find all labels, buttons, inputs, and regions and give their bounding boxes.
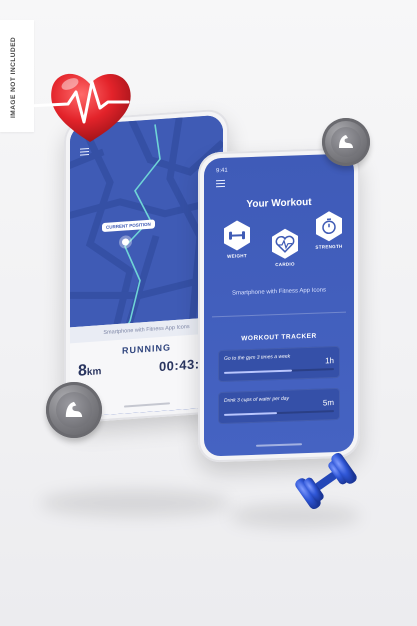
distance-value: 8: [78, 362, 87, 380]
distance-readout: 8km: [78, 361, 101, 381]
muscle-coin-bottom: [46, 382, 102, 438]
menu-icon[interactable]: [80, 148, 89, 156]
dumbbell-icon: [295, 452, 357, 510]
weight-category[interactable]: [222, 219, 252, 252]
task-card[interactable]: Drink 3 cups of water per day 5m: [218, 387, 340, 425]
shadow-left: [40, 490, 230, 516]
task-text: Go to the gym 3 times a week: [224, 353, 291, 362]
task-text: Drink 3 cups of water per day: [224, 395, 290, 404]
task-progress-track: [224, 368, 334, 374]
task-progress-fill: [224, 412, 277, 416]
status-time: 9:41: [216, 167, 228, 175]
right-caption: Smartphone with Fitness App Icons: [231, 287, 327, 297]
workout-screen: 9:41 Your Workout WEIGHT CARDIO STRENGTH…: [204, 153, 354, 457]
hexagon-badge: [224, 220, 250, 251]
cardio-label: CARDIO: [275, 261, 295, 268]
flexed-arm-icon: [339, 135, 353, 148]
task-card[interactable]: Go to the gym 3 times a week 1h: [218, 345, 340, 383]
task-value: 5m: [322, 398, 334, 408]
menu-icon-right[interactable]: [216, 179, 225, 188]
task-progress-track: [224, 410, 334, 416]
cardio-category[interactable]: [270, 227, 300, 260]
weight-label: WEIGHT: [227, 253, 247, 259]
strength-label: STRENGTH: [315, 243, 343, 250]
task-progress-fill: [224, 369, 293, 374]
muscle-coin-top: [322, 118, 370, 166]
tracker-title: WORKOUT TRACKER: [241, 332, 317, 343]
task-value: 1h: [325, 356, 334, 366]
distance-unit: km: [86, 366, 102, 379]
heart-pulse-icon: [28, 73, 131, 142]
hexagon-badge: [316, 211, 342, 242]
right-phone: 9:41 Your Workout WEIGHT CARDIO STRENGTH…: [198, 147, 360, 463]
hexagon-badge: [272, 228, 298, 259]
watermark-text: IMAGE NOT INCLUDED: [10, 36, 17, 118]
flexed-arm-icon: [65, 401, 83, 417]
home-indicator[interactable]: [123, 402, 170, 408]
divider: [212, 311, 346, 318]
strength-category[interactable]: [314, 210, 344, 243]
